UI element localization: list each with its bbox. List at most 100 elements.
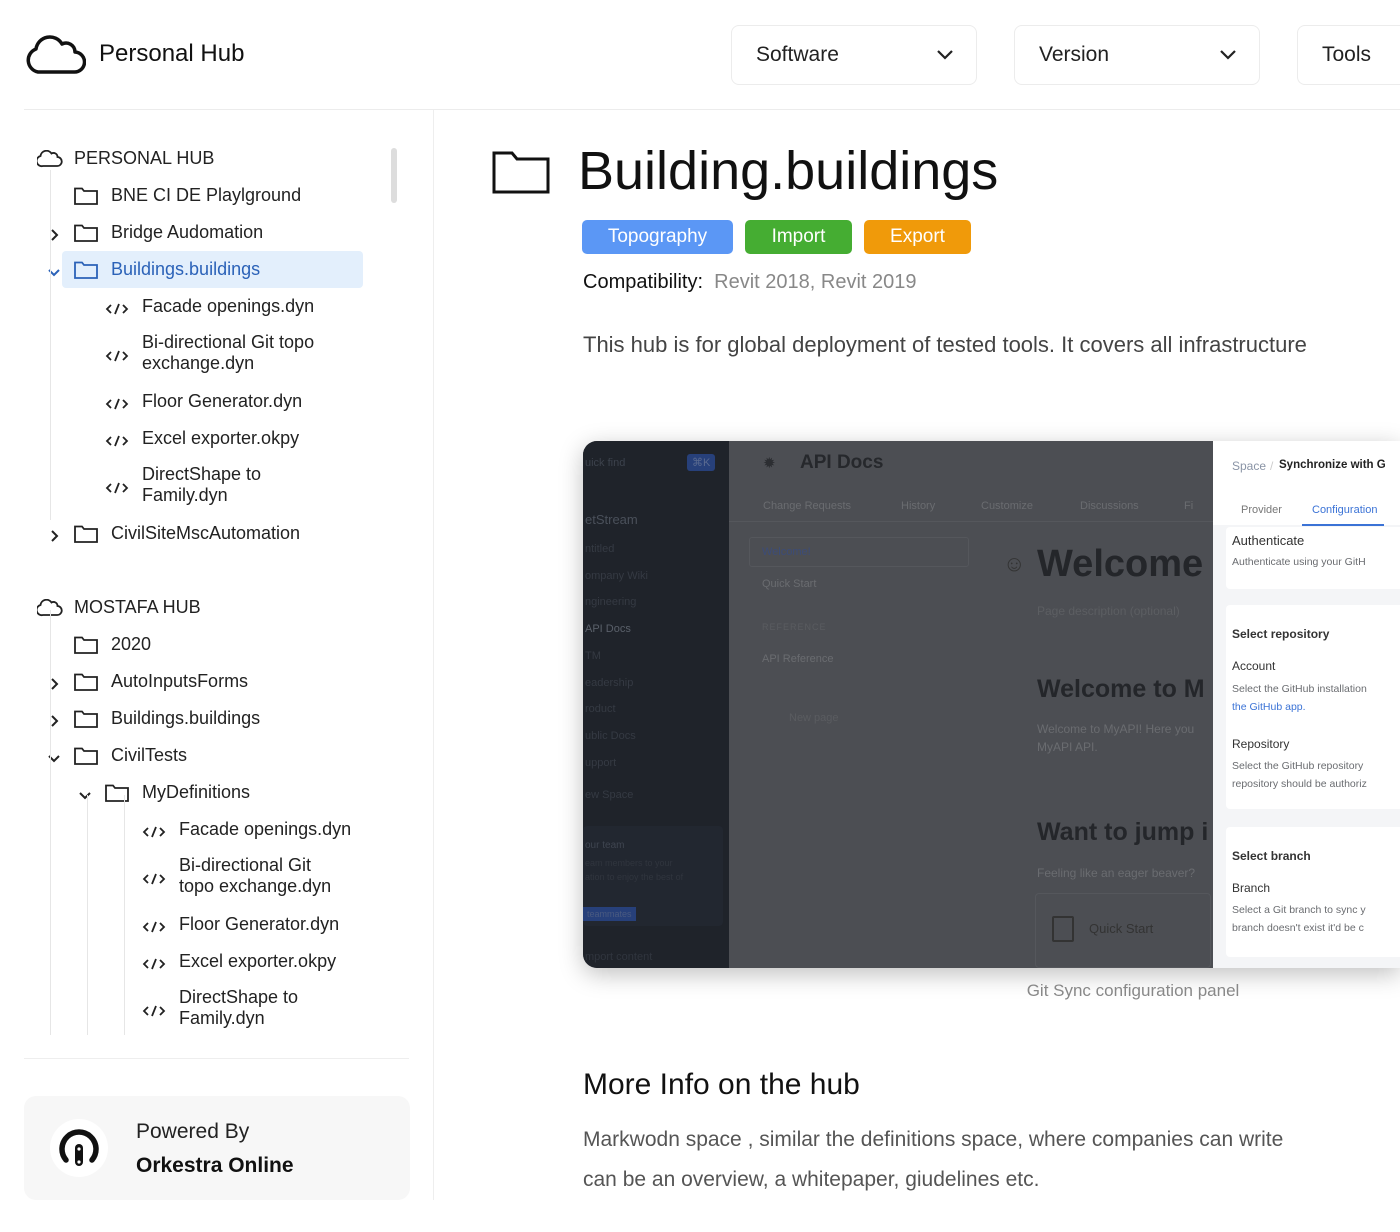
software-label: Software: [756, 43, 839, 66]
paragraph-line: can be an overview, a whitepaper, giudel…: [583, 1168, 1040, 1191]
label-line: MyDefinitions: [142, 782, 251, 802]
tree-file-item[interactable]: Facade openings.dyn: [24, 811, 384, 848]
folder-icon: [74, 673, 98, 696]
chevron-right-icon[interactable]: [47, 527, 61, 548]
label-line: MOSTAFA HUB: [74, 597, 201, 617]
shot-section-title: Select branch: [1232, 849, 1311, 863]
tree-hub-item[interactable]: PERSONAL HUB: [24, 140, 384, 177]
shot-field-title: Branch: [1232, 881, 1271, 895]
tree-item-label: Bi-directional Git topo exchange.dyn: [142, 332, 314, 374]
version-dropdown[interactable]: Version: [1014, 25, 1260, 85]
shot-field-text: repository should be authoriz: [1232, 778, 1367, 790]
power-icon: [59, 1129, 99, 1166]
shot-nav-item: roduct: [585, 703, 616, 716]
tree-item-label: MyDefinitions: [142, 782, 250, 803]
folder-icon: [74, 636, 98, 659]
tree-folder-item[interactable]: Bridge Audomation: [24, 214, 384, 251]
tree-file-item[interactable]: DirectShape to Family.dyn: [24, 457, 384, 515]
shot-nav-item: upport: [585, 756, 617, 769]
tree-folder-item[interactable]: BNE CI DE Playlground: [24, 177, 384, 214]
label-line: DirectShape to: [179, 987, 299, 1007]
tag-import[interactable]: Import: [745, 220, 852, 254]
tree-file-item[interactable]: Facade openings.dyn: [24, 288, 384, 325]
powered-by-card[interactable]: Powered By Orkestra Online: [24, 1096, 410, 1200]
tree-file-item[interactable]: Bi-directional Git topo exchange.dyn: [24, 848, 384, 906]
tree-guide-line: [124, 795, 125, 1035]
orkestra-logo: [50, 1119, 108, 1177]
shot-space: etStream: [585, 512, 638, 527]
tree-file-item[interactable]: Floor Generator.dyn: [24, 906, 384, 943]
shot-shortcut: ⌘K: [687, 454, 716, 471]
software-dropdown[interactable]: Software: [731, 25, 977, 85]
tree-folder-item[interactable]: Buildings.buildings: [48, 251, 363, 288]
tag-export[interactable]: Export: [864, 220, 971, 254]
code-file-icon: [142, 955, 166, 976]
code-file-icon: [105, 432, 129, 453]
tree-item-label: PERSONAL HUB: [74, 148, 214, 169]
tree-file-item[interactable]: DirectShape to Family.dyn: [24, 980, 384, 1035]
shot-link: the GitHub app.: [1232, 701, 1306, 713]
git-sync-screenshot: uick find ⌘K etStream ntitled ompany Wiki…: [583, 441, 1400, 968]
shot-crumb-sep: /: [1270, 459, 1274, 473]
label-line: Excel exporter.okpy: [179, 951, 337, 971]
image-caption: Git Sync configuration panel: [1026, 981, 1240, 1000]
tree-item-label: Floor Generator.dyn: [179, 914, 339, 935]
shot-sidebar: uick find ⌘K etStream ntitled ompany Wiki…: [583, 441, 729, 968]
label-line: exchange.dyn: [142, 353, 255, 373]
label-line: Facade openings.dyn: [179, 819, 352, 839]
shot-text: MyAPI API.: [1037, 740, 1098, 754]
shot-field-text: Select a Git branch to sync y: [1232, 904, 1366, 916]
label-line: CivilTests: [111, 745, 188, 765]
tree-folder-item[interactable]: CivilSiteMscAutomation: [24, 515, 384, 552]
header-divider: [24, 109, 1400, 110]
shot-nav-item: API Docs: [585, 623, 631, 636]
shot-team-title: our team: [585, 840, 625, 851]
shot-card-label: Quick Start: [1089, 921, 1154, 936]
tree-item-label: 2020: [111, 634, 151, 655]
shot-team-card: our team eam members to your ation to en…: [583, 826, 723, 926]
shot-crumb: Synchronize with G: [1279, 459, 1386, 471]
tree-folder-item[interactable]: CivilTests: [24, 737, 384, 774]
shot-import: mport content: [585, 951, 653, 963]
tree-file-item[interactable]: Excel exporter.okpy: [24, 943, 384, 980]
sidebar-scrollbar[interactable]: [391, 148, 397, 203]
tag-topography[interactable]: Topography: [582, 220, 733, 254]
chevron-down-icon[interactable]: [78, 786, 92, 807]
compatibility: Compatibility: Revit 2018, Revit 2019: [583, 271, 917, 294]
shot-nav-item: TM: [585, 649, 601, 662]
shot-nav-item: ngineering: [585, 596, 637, 609]
shot-toc-heading: REFERENCE: [762, 622, 827, 632]
tree-folder-item[interactable]: 2020: [24, 626, 384, 663]
paragraph-line: Markwodn space , similar the definitions…: [583, 1128, 1284, 1151]
label-line: 2020: [111, 634, 152, 654]
tree-file-item[interactable]: Excel exporter.okpy: [24, 420, 384, 457]
shot-nav-item: ublic Docs: [585, 729, 636, 742]
tree-folder-item[interactable]: AutoInputsForms: [24, 663, 384, 700]
shot-section-title: Select repository: [1232, 627, 1330, 641]
tree-file-item[interactable]: Bi-directional Git topo exchange.dyn: [24, 325, 384, 383]
tools-dropdown[interactable]: Tools: [1297, 25, 1400, 85]
chevron-down-icon: [937, 50, 953, 60]
shot-quick-find: uick find: [585, 457, 626, 469]
tree-item-label: Excel exporter.okpy: [179, 951, 336, 972]
shot-crumb: Space: [1232, 459, 1267, 473]
shot-panel-tab: Provider: [1241, 504, 1282, 516]
label-line: topo exchange.dyn: [179, 876, 332, 896]
label-line: CivilSiteMscAutomation: [111, 523, 301, 543]
tree-item-label: Facade openings.dyn: [179, 819, 351, 840]
shot-field-title: Authenticate: [1232, 533, 1305, 548]
tree-item-label: Excel exporter.okpy: [142, 428, 299, 449]
shot-new-page: New page: [789, 712, 839, 724]
label-line: Floor Generator.dyn: [142, 391, 303, 411]
tree-hub-item[interactable]: MOSTAFA HUB: [24, 589, 384, 626]
tree-folder-item[interactable]: Buildings.buildings: [24, 700, 384, 737]
shot-team-text: ation to enjoy the best of: [585, 872, 684, 882]
folder-icon: [492, 151, 550, 194]
tree-folder-item[interactable]: MyDefinitions: [24, 774, 384, 811]
tree-file-item[interactable]: Floor Generator.dyn: [24, 383, 384, 420]
code-file-icon: [105, 479, 129, 500]
code-file-icon: [142, 870, 166, 891]
shot-nav-item: ompany Wiki: [585, 569, 648, 582]
shot-field-title: Repository: [1232, 737, 1290, 751]
tree-item-label: CivilSiteMscAutomation: [111, 523, 300, 544]
